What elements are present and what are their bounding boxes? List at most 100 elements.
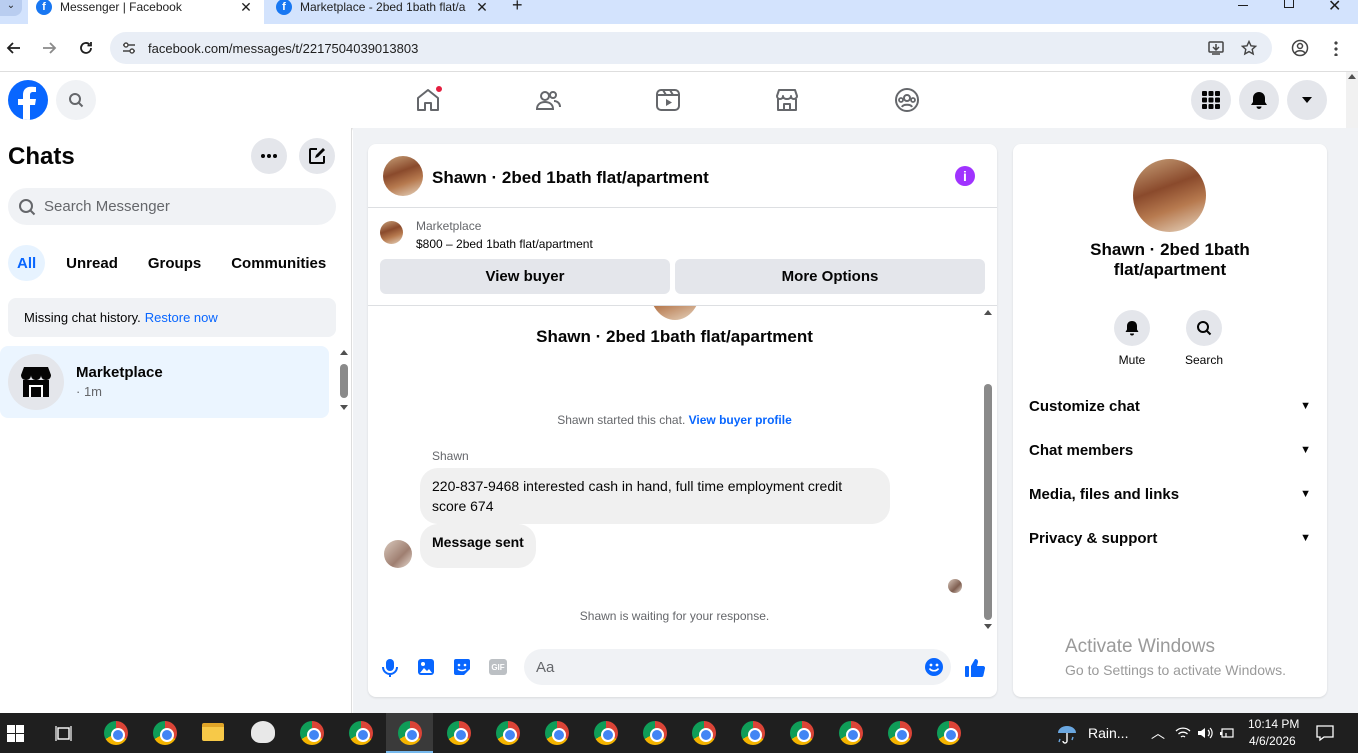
emoji-icon[interactable] (924, 657, 944, 677)
chrome-taskbar-icon[interactable] (447, 721, 471, 745)
chrome-taskbar-icon[interactable] (545, 721, 569, 745)
view-buyer-profile-link[interactable]: View buyer profile (689, 413, 792, 427)
new-message-button[interactable] (299, 138, 335, 174)
chrome-taskbar-icon[interactable] (839, 721, 863, 745)
chrome-taskbar-icon[interactable] (300, 721, 324, 745)
profile-icon[interactable] (1291, 39, 1309, 57)
message-scrollbar[interactable] (982, 308, 994, 634)
tab-marketplace[interactable]: f Marketplace - 2bed 1bath flat/a ✕ (268, 0, 500, 24)
nav-video[interactable] (654, 86, 682, 114)
info-avatar[interactable] (1133, 159, 1206, 232)
site-info-icon[interactable] (122, 41, 136, 55)
conversation-avatar[interactable] (383, 156, 423, 196)
like-thumb-icon[interactable] (964, 657, 986, 679)
nav-home[interactable] (414, 85, 443, 114)
privacy-support-section[interactable]: Privacy & support ▼ (1029, 516, 1311, 560)
listing-title[interactable]: $800 – 2bed 1bath flat/apartment (416, 237, 593, 251)
more-options-button[interactable]: More Options (675, 259, 985, 294)
nav-marketplace[interactable] (773, 86, 801, 114)
chrome-taskbar-icon[interactable] (104, 721, 128, 745)
battery-icon[interactable] (1219, 726, 1235, 740)
volume-icon[interactable] (1197, 726, 1213, 740)
app-taskbar-icon[interactable] (251, 721, 275, 743)
chrome-taskbar-icon[interactable] (398, 721, 422, 745)
tab-search-button[interactable]: ⌄ (0, 0, 22, 16)
new-tab-button[interactable]: + (512, 0, 523, 16)
view-buyer-button[interactable]: View buyer (380, 259, 670, 294)
close-window-icon[interactable]: ✕ (1328, 0, 1341, 16)
notifications-button[interactable] (1239, 80, 1279, 120)
chrome-taskbar-icon[interactable] (692, 721, 716, 745)
chrome-taskbar-icon[interactable] (790, 721, 814, 745)
restore-now-link[interactable]: Restore now (145, 310, 218, 325)
nav-groups[interactable] (893, 86, 921, 114)
filter-groups[interactable]: Groups (139, 245, 210, 281)
search-messenger-input[interactable]: Search Messenger (8, 188, 336, 225)
browser-menu-icon[interactable] (1334, 40, 1338, 56)
media-files-links-section[interactable]: Media, files and links ▼ (1029, 472, 1311, 516)
scroll-down-arrow[interactable] (340, 405, 348, 410)
install-app-icon[interactable] (1208, 40, 1224, 56)
attach-photo-icon[interactable] (417, 658, 435, 676)
chat-list-scrollbar[interactable] (339, 350, 349, 414)
facebook-search-button[interactable] (56, 80, 96, 120)
chrome-taskbar-icon[interactable] (594, 721, 618, 745)
scroll-up-arrow[interactable] (984, 310, 992, 315)
listing-thumbnail[interactable] (380, 221, 403, 244)
mute-button[interactable] (1114, 310, 1150, 346)
clock-date[interactable]: 4/6/2026 (1249, 734, 1296, 748)
restore-window-icon[interactable] (1284, 0, 1294, 8)
close-tab-icon[interactable]: ✕ (474, 0, 490, 16)
scroll-thumb[interactable] (984, 384, 992, 620)
chrome-taskbar-icon[interactable] (888, 721, 912, 745)
search-in-conversation-button[interactable] (1186, 310, 1222, 346)
chat-members-section[interactable]: Chat members ▼ (1029, 428, 1311, 472)
scroll-thumb[interactable] (340, 364, 348, 398)
scroll-down-arrow[interactable] (984, 624, 992, 629)
chrome-taskbar-icon[interactable] (937, 721, 961, 745)
message-bubble[interactable]: Message sent (420, 524, 536, 568)
filter-all[interactable]: All (8, 245, 46, 281)
action-center-icon[interactable] (1316, 724, 1334, 742)
forward-icon[interactable] (41, 40, 57, 56)
scroll-up-arrow[interactable] (340, 350, 348, 355)
windows-start-icon[interactable] (7, 725, 24, 742)
chat-list-item[interactable]: Marketplace · 1m (0, 346, 329, 418)
chrome-taskbar-icon[interactable] (741, 721, 765, 745)
show-hidden-icons-icon[interactable]: ︿ (1151, 723, 1165, 743)
menu-button[interactable] (1191, 80, 1231, 120)
wifi-icon[interactable] (1175, 726, 1191, 740)
voice-clip-icon[interactable] (382, 658, 398, 678)
conversation-info-button[interactable]: i (955, 166, 975, 186)
customize-chat-section[interactable]: Customize chat ▼ (1029, 384, 1311, 428)
reload-icon[interactable] (78, 40, 94, 56)
bookmark-star-icon[interactable] (1241, 40, 1257, 56)
chats-options-button[interactable] (251, 138, 287, 174)
sticker-icon[interactable] (453, 658, 471, 676)
weather-rain-icon[interactable] (1056, 723, 1078, 745)
sender-avatar[interactable] (384, 540, 412, 568)
clock-time[interactable]: 10:14 PM (1248, 717, 1299, 731)
message-bubble[interactable]: 220-837-9468 interested cash in hand, fu… (420, 468, 890, 524)
search-action[interactable]: Search (1180, 310, 1228, 367)
back-icon[interactable] (6, 40, 22, 56)
chrome-taskbar-icon[interactable] (643, 721, 667, 745)
chrome-taskbar-icon[interactable] (496, 721, 520, 745)
filter-unread[interactable]: Unread (57, 245, 127, 281)
minimize-window-icon[interactable] (1238, 5, 1248, 6)
chrome-taskbar-icon[interactable] (349, 721, 373, 745)
nav-friends[interactable] (534, 86, 562, 114)
mute-action[interactable]: Mute (1108, 310, 1156, 367)
chrome-taskbar-icon[interactable] (153, 721, 177, 745)
facebook-logo-icon[interactable] (8, 80, 48, 120)
filter-communities[interactable]: Communities (222, 245, 335, 281)
conversation-title[interactable]: Shawn · 2bed 1bath flat/apartment (432, 168, 709, 188)
gif-icon[interactable]: GIF (489, 659, 507, 675)
task-view-icon[interactable] (55, 725, 72, 742)
address-bar[interactable]: facebook.com/messages/t/2217504039013803 (110, 32, 1272, 64)
close-tab-icon[interactable]: ✕ (238, 0, 254, 16)
page-scrollbar-up-arrow[interactable] (1348, 74, 1356, 79)
account-button[interactable] (1287, 80, 1327, 120)
weather-text[interactable]: Rain... (1088, 725, 1128, 741)
tab-messenger[interactable]: f Messenger | Facebook ✕ (28, 0, 264, 24)
